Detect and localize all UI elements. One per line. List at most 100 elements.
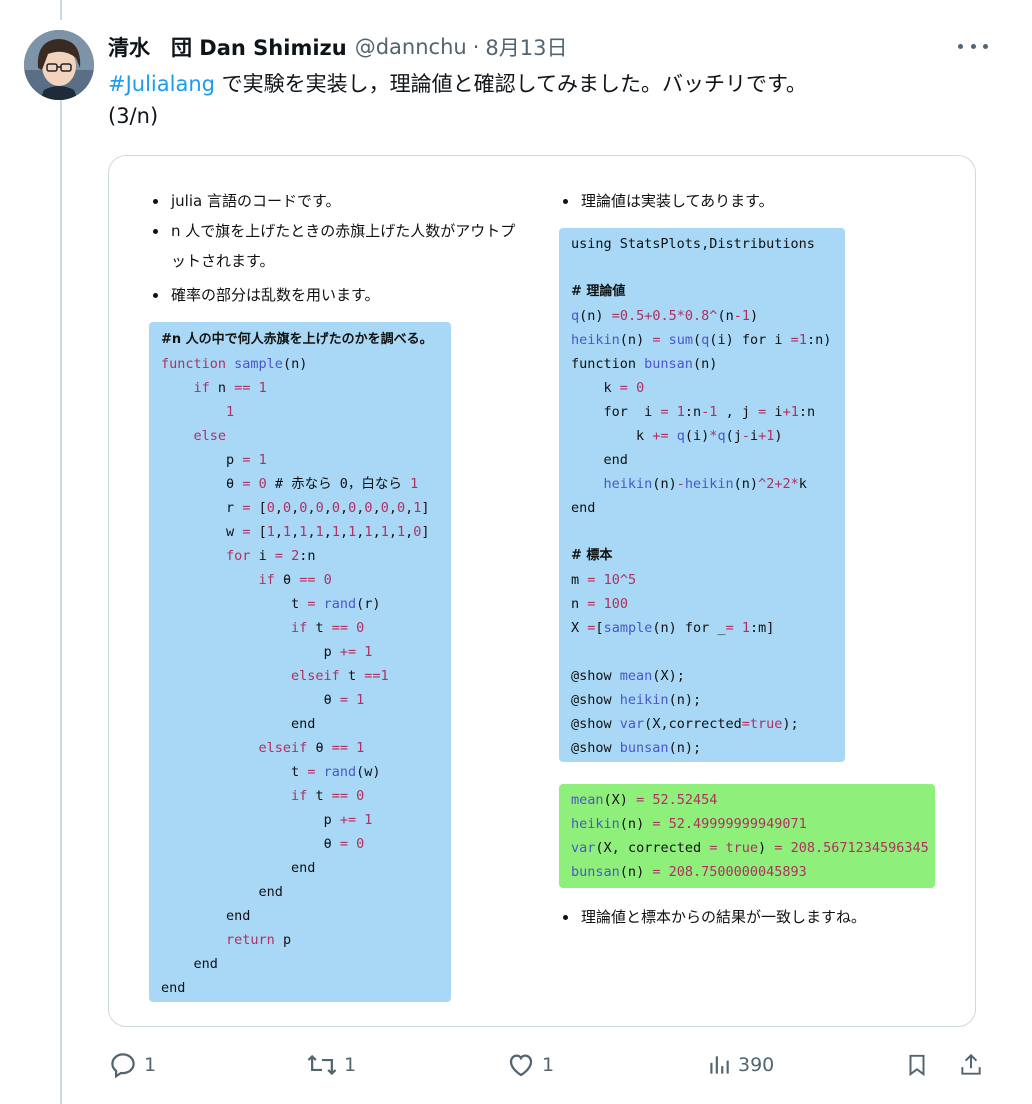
code-line: 1 [226, 404, 235, 420]
right-code-lines: using StatsPlots,Distributions # 理論値 q(n) … [559, 228, 845, 760]
code-line: X =[sample(n) for _= 1:m] [571, 620, 775, 636]
code-line: function sample(n) [161, 356, 308, 372]
code-line: t = rand(w) [291, 764, 381, 780]
hashtag-link[interactable]: #Julialang [108, 72, 215, 96]
code-line: heikin(n) = 52.49999999949071 [571, 816, 807, 832]
more-dot [970, 43, 976, 49]
code-line: p += 1 [323, 644, 373, 660]
left-code-block: #n 人の中で何人赤旗を上げたのかを調べる。 function sample(n)… [149, 322, 451, 1002]
media-image[interactable]: julia 言語のコードです。 n 人で旗を上げたときの赤旗上げた人数がアウトプ… [108, 155, 976, 1027]
code-line: if t == 0 [291, 620, 365, 636]
bullet-item: 確率の部分は乱数を用います。 [149, 280, 529, 310]
code-line: k = 0 [603, 380, 645, 396]
heart-icon [509, 1054, 533, 1077]
code-line: if n == 1 [193, 380, 267, 396]
like-button[interactable]: 1 [506, 1048, 554, 1082]
code-line: m = 10^5 [571, 572, 637, 588]
action-bar: 1 1 1 390 [108, 1048, 988, 1082]
reply-button[interactable]: 1 [108, 1048, 156, 1082]
code-line: θ = 1 [323, 692, 365, 708]
code-line: #n 人の中で何人赤旗を上げたのかを調べる。 [161, 332, 433, 347]
reply-icon [111, 1053, 135, 1079]
user-handle[interactable]: @dannchu [355, 35, 467, 59]
code-line: r = [0,0,0,0,0,0,0,0,0,1] [226, 500, 430, 516]
left-code-lines: #n 人の中で何人赤旗を上げたのかを調べる。 function sample(n)… [149, 322, 451, 1000]
code-line: end [258, 884, 283, 900]
code-line: end [291, 860, 316, 876]
code-line: if θ == 0 [258, 572, 332, 588]
more-dot [958, 43, 963, 49]
code-line: heikin(n)-heikin(n)^2+2*k [603, 476, 807, 492]
avatar[interactable] [24, 30, 94, 100]
code-line: q(n) =0.5+0.5*0.8^(n-1) [571, 308, 759, 324]
views-icon [710, 1056, 729, 1074]
right-code-block: using StatsPlots,Distributions # 理論値 q(n) … [559, 228, 845, 762]
code-line: w = [1,1,1,1,1,1,1,1,1,0] [226, 524, 430, 540]
bullet-item: julia 言語のコードです。 [149, 186, 529, 216]
post-date[interactable]: 8月13日 [485, 32, 567, 62]
code-line: end [226, 908, 251, 924]
avatar-illustration-icon [24, 30, 94, 100]
reply-count: 1 [144, 1054, 157, 1076]
bullet-item: 理論値と標本からの結果が一致しますね。 [559, 902, 959, 932]
code-line: using StatsPlots,Distributions [571, 236, 815, 252]
more-options-icon[interactable] [958, 36, 988, 56]
views-button[interactable]: 390 [706, 1048, 774, 1082]
output-block: mean(X) = 52.52454 heikin(n) = 52.4999999… [559, 784, 935, 888]
bookmark-button[interactable] [904, 1048, 930, 1082]
share-icon [961, 1053, 981, 1075]
code-line: # 標本 [571, 548, 613, 563]
code-line: # 理論値 [571, 284, 626, 299]
code-line: for i = 2:n [226, 548, 316, 564]
code-line: for i = 1:n-1 , j = i+1:n [603, 404, 816, 420]
like-count: 1 [542, 1054, 555, 1076]
code-line: mean(X) = 52.52454 [571, 792, 718, 808]
code-line: bunsan(n) = 208.7500000045893 [571, 864, 807, 880]
bullet-item: n 人で旗を上げたときの赤旗上げた人数がアウトプットされます。 [149, 216, 526, 276]
post-text: #Julialang で実験を実装し，理論値と確認してみました。バッチリです。 … [108, 68, 988, 132]
views-count: 390 [738, 1054, 775, 1076]
repost-icon [307, 1054, 337, 1076]
left-bullets: julia 言語のコードです。 n 人で旗を上げたときの赤旗上げた人数がアウトプ… [149, 186, 529, 310]
code-line: if t == 0 [291, 788, 365, 804]
code-line: θ = 0 # 赤なら 0，白なら 1 [226, 476, 419, 492]
code-line: heikin(n) = sum(q(i) for i =1:n) [571, 332, 832, 348]
code-line: @show heikin(n); [571, 692, 702, 708]
code-line: return p [226, 932, 292, 948]
thread-line [60, 98, 62, 1104]
code-line: elseif t ==1 [291, 668, 389, 684]
code-line: end [193, 956, 218, 972]
code-line: var(X, corrected = true) = 208.567123459… [571, 840, 929, 856]
repost-count: 1 [344, 1054, 357, 1076]
code-line: p = 1 [226, 452, 267, 468]
code-line: else [193, 428, 227, 444]
thread-line-top [60, 0, 62, 20]
separator-dot: · [472, 35, 480, 59]
display-name[interactable]: 清水 団 Dan Shimizu [108, 32, 347, 62]
code-line: p += 1 [323, 812, 373, 828]
right-bullet-top-wrap: 理論値は実装してあります。 [559, 186, 939, 216]
code-line: elseif θ == 1 [258, 740, 365, 756]
more-dot [983, 43, 988, 49]
bullet-item: 理論値は実装してあります。 [559, 186, 939, 216]
code-line: @show bunsan(n); [571, 740, 702, 756]
code-line: end [291, 716, 316, 732]
post-header: 清水 団 Dan Shimizu @dannchu · 8月13日 [108, 30, 567, 64]
post-text-body: で実験を実装し，理論値と確認してみました。バッチリです。 [214, 72, 807, 96]
code-line: n = 100 [571, 596, 628, 612]
share-button[interactable] [958, 1048, 984, 1082]
code-line: k += q(i)*q(j-i+1) [636, 428, 783, 444]
right-bullet-bottom-wrap: 理論値と標本からの結果が一致しますね。 [559, 902, 959, 932]
repost-button[interactable]: 1 [306, 1048, 356, 1082]
code-line: function bunsan(n) [571, 356, 718, 372]
code-line: @show var(X,corrected=true); [571, 716, 799, 732]
bookmark-icon [909, 1054, 925, 1077]
code-line: end [571, 500, 596, 516]
output-lines: mean(X) = 52.52454 heikin(n) = 52.4999999… [559, 784, 935, 884]
code-line: θ = 0 [323, 836, 365, 852]
code-line: end [161, 980, 186, 996]
post-text-line2: (3/n) [108, 104, 159, 128]
code-line: t = rand(r) [291, 596, 381, 612]
